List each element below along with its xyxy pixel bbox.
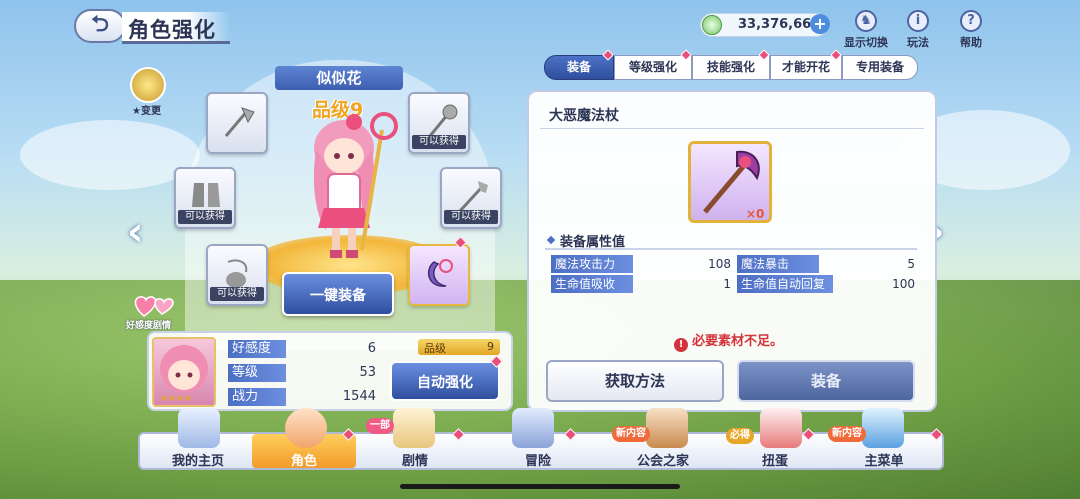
nav-main-menu[interactable]: 主菜单	[834, 450, 934, 469]
stat-value: 6	[367, 341, 376, 356]
stat-label: 等级	[228, 364, 286, 382]
stat-row-power: 战力 1544	[228, 388, 376, 406]
auto-enhance-button[interactable]: 自动强化	[390, 361, 500, 401]
grade-value: 9	[487, 340, 494, 353]
grade-badge: 品级 9	[418, 339, 500, 355]
character-sprite	[292, 100, 412, 270]
display-toggle-icon: ♞	[855, 10, 877, 32]
svg-text:★★★★: ★★★★	[160, 394, 192, 404]
equipment-owned-count: ×0	[746, 207, 765, 221]
previous-character-arrow-icon[interactable]: ‹	[127, 212, 153, 256]
jewel-coin-icon	[702, 15, 722, 35]
tab-equipment[interactable]: 装备	[544, 55, 614, 80]
equipment-slot-4[interactable]: 可以获得	[440, 167, 502, 229]
nav-home[interactable]: 我的主页	[148, 450, 248, 469]
equipment-slot-5[interactable]: 可以获得	[206, 244, 268, 306]
moon-amulet-icon	[427, 259, 453, 287]
currency-amount: 33,376,662	[738, 17, 821, 32]
stat-value: 53	[359, 365, 376, 380]
help-icon: ?	[960, 10, 982, 32]
attribute-label: 魔法暴击	[737, 255, 819, 273]
gacha-icon	[760, 408, 802, 448]
equipment-slot-1[interactable]	[206, 92, 268, 154]
stat-row-affection: 好感度 6	[228, 340, 376, 358]
guild-new-badge: 新内容	[612, 426, 650, 442]
attribute-value: 1	[723, 277, 731, 291]
attribute-value: 5	[907, 257, 915, 271]
divider	[540, 128, 924, 129]
change-label: ★变更	[132, 106, 161, 117]
tab-exclusive-equipment[interactable]: 专用装备	[842, 55, 918, 80]
attribute-label: 魔法攻击力	[551, 255, 633, 273]
affection-story-label: 好感度剧情	[126, 321, 172, 331]
divider	[545, 248, 917, 250]
obtainable-tag: 可以获得	[178, 210, 232, 224]
attribute-label: 生命值吸收	[551, 275, 633, 293]
one-key-equip-button[interactable]: 一键装备	[282, 272, 394, 316]
tab-skill-enhance[interactable]: 技能强化	[692, 55, 770, 80]
warning-text: 必要素材不足。	[692, 334, 784, 349]
crystal-icon	[862, 408, 904, 448]
obtainable-tag: 可以获得	[444, 210, 498, 224]
obtainable-tag: 可以获得	[412, 135, 466, 149]
help-label: 帮助	[960, 36, 982, 49]
equipment-slot-6[interactable]	[408, 244, 470, 306]
add-currency-button[interactable]: +	[810, 14, 830, 34]
gacha-guaranteed-badge: 必得	[726, 428, 754, 444]
gameplay-label: 玩法	[907, 36, 929, 49]
change-star-icon[interactable]	[130, 67, 166, 103]
obtainable-tag: 可以获得	[210, 287, 264, 301]
grade-label: 品级	[424, 342, 446, 355]
gameplay-button[interactable]: i 玩法	[892, 10, 944, 50]
display-toggle-label: 显示切换	[844, 36, 888, 49]
help-button[interactable]: ? 帮助	[945, 10, 997, 50]
acquire-method-button[interactable]: 获取方法	[546, 360, 724, 402]
display-toggle-button[interactable]: ♞ 显示切换	[840, 10, 892, 50]
attribute-value: 108	[708, 257, 731, 271]
attribute-row: 生命值自动回复 100	[737, 275, 915, 293]
home-indicator[interactable]	[400, 484, 680, 489]
back-arrow-icon: ⮌	[91, 12, 109, 37]
character-portrait-avatar[interactable]: ★★★★	[152, 337, 216, 407]
castle-icon	[178, 408, 220, 448]
story-book-icon	[393, 408, 435, 448]
equipment-name: 大恶魔法杖	[549, 108, 619, 124]
affection-hearts-icon[interactable]	[132, 292, 178, 318]
warning-icon: !	[674, 338, 688, 352]
stat-value: 1544	[342, 389, 376, 404]
attribute-row: 魔法暴击 5	[737, 255, 915, 273]
nav-story[interactable]: 剧情	[365, 450, 465, 469]
attribute-row: 生命值吸收 1	[551, 275, 731, 293]
nav-adventure[interactable]: 冒险	[488, 450, 588, 469]
background-cloud	[20, 120, 200, 190]
page-title: 角色强化	[128, 18, 216, 42]
character-chibi-icon	[285, 408, 327, 448]
attribute-row: 魔法攻击力 108	[551, 255, 731, 273]
back-button[interactable]: ⮌	[74, 9, 126, 43]
attribute-label: 生命值自动回复	[737, 275, 833, 293]
story-part-badge: 一部	[366, 418, 394, 434]
stat-label: 好感度	[228, 340, 286, 358]
tab-talent-bloom[interactable]: 才能开花	[770, 55, 842, 80]
equip-button[interactable]: 装备	[737, 360, 915, 402]
attribute-value: 100	[892, 277, 915, 291]
menu-new-badge: 新内容	[828, 426, 866, 442]
info-icon: i	[907, 10, 929, 32]
stat-row-level: 等级 53	[228, 364, 376, 382]
tab-level-enhance[interactable]: 等级强化	[614, 55, 692, 80]
material-warning: ! 必要素材不足。	[674, 330, 783, 352]
sword-shield-icon	[512, 408, 554, 448]
guild-door-icon	[646, 408, 688, 448]
equipment-slot-3[interactable]: 可以获得	[174, 167, 236, 229]
nav-gacha[interactable]: 扭蛋	[725, 450, 825, 469]
nav-guild-house[interactable]: 公会之家	[613, 450, 713, 469]
stat-label: 战力	[228, 388, 286, 406]
axe-icon	[224, 107, 255, 137]
equipment-slot-2[interactable]: 可以获得	[408, 92, 470, 154]
character-name: 似似花	[275, 66, 403, 90]
nav-character[interactable]: 角色	[254, 450, 354, 469]
